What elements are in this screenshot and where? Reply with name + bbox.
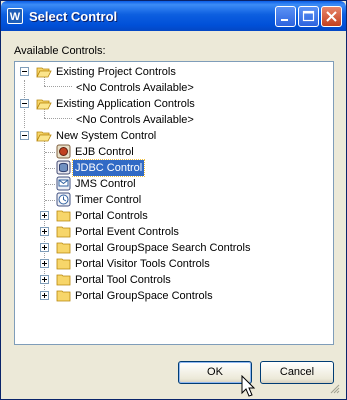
tree-label-selected: JDBC Control — [71, 159, 146, 177]
tree-label: Portal Tool Controls — [75, 274, 171, 286]
tree-node-portal-tool-controls[interactable]: Portal Tool Controls — [15, 272, 333, 288]
tree-node-empty[interactable]: <No Controls Available> — [15, 112, 333, 128]
plus-icon — [42, 293, 47, 298]
jdbc-control-icon — [56, 160, 72, 176]
tree-line — [45, 168, 55, 170]
minus-icon — [22, 135, 27, 136]
tree-label: Timer Control — [75, 194, 142, 206]
close-icon — [326, 11, 337, 22]
tree-label: Portal GroupSpace Search Controls — [75, 242, 251, 254]
dialog-client-area: Available Controls: Existing Project Con… — [4, 31, 343, 397]
folder-icon — [56, 240, 72, 256]
tree-line — [45, 184, 55, 186]
expand-toggle[interactable] — [40, 211, 49, 220]
tree-line — [45, 200, 55, 202]
tree-label: New System Control — [56, 130, 157, 142]
minus-icon — [22, 103, 27, 104]
plus-icon — [42, 213, 47, 218]
tree-label: Portal Event Controls — [75, 226, 179, 238]
tree-node-portal-visitor-tools-controls[interactable]: Portal Visitor Tools Controls — [15, 256, 333, 272]
app-icon: W — [7, 8, 23, 24]
expand-toggle[interactable] — [40, 243, 49, 252]
plus-icon — [42, 277, 47, 282]
window-title: Select Control — [29, 9, 118, 24]
tree-line — [45, 152, 55, 154]
plus-icon — [42, 245, 47, 250]
tree-item-jdbc-control[interactable]: JDBC Control — [15, 159, 333, 177]
tree-node-empty[interactable]: <No Controls Available> — [15, 80, 333, 96]
maximize-button[interactable] — [298, 6, 319, 27]
collapse-toggle[interactable] — [20, 67, 29, 76]
jms-control-icon — [56, 176, 72, 192]
minimize-button[interactable] — [275, 6, 296, 27]
collapse-toggle[interactable] — [20, 131, 29, 140]
tree-label: Portal GroupSpace Controls — [75, 290, 213, 302]
tree-node-portal-groupspace-search-controls[interactable]: Portal GroupSpace Search Controls — [15, 240, 333, 256]
tree-label: Existing Project Controls — [56, 66, 176, 78]
plus-icon — [42, 261, 47, 266]
tree-item-jms-control[interactable]: JMS Control — [15, 176, 333, 192]
select-control-dialog: W Select Control Available Controls: Exi… — [0, 0, 347, 400]
ejb-control-icon — [56, 144, 72, 160]
expand-toggle[interactable] — [40, 291, 49, 300]
maximize-icon — [302, 10, 315, 22]
folder-icon — [56, 256, 72, 272]
tree-label: <No Controls Available> — [76, 114, 194, 126]
tree-node-new-system[interactable]: New System Control — [15, 128, 333, 144]
mouse-pointer-icon — [241, 375, 256, 397]
title-bar[interactable]: W Select Control — [1, 1, 346, 31]
tree-label: EJB Control — [75, 146, 134, 158]
folder-icon — [56, 272, 72, 288]
folder-icon — [56, 224, 72, 240]
tree-node-portal-controls[interactable]: Portal Controls — [15, 208, 333, 224]
folder-icon — [56, 288, 72, 304]
minimize-icon — [281, 19, 288, 21]
resize-grip-icon[interactable] — [328, 382, 340, 394]
available-controls-label: Available Controls: — [14, 45, 106, 57]
collapse-toggle[interactable] — [20, 99, 29, 108]
tree-item-timer-control[interactable]: Timer Control — [15, 192, 333, 208]
folder-open-icon — [36, 96, 52, 112]
tree-node-existing-application[interactable]: Existing Application Controls — [15, 96, 333, 112]
folder-icon — [56, 208, 72, 224]
cancel-button[interactable]: Cancel — [260, 361, 334, 384]
tree-node-portal-event-controls[interactable]: Portal Event Controls — [15, 224, 333, 240]
tree-label: Portal Visitor Tools Controls — [75, 258, 210, 270]
folder-open-icon — [36, 128, 52, 144]
expand-toggle[interactable] — [40, 259, 49, 268]
tree-label: JMS Control — [75, 178, 136, 190]
tree-label: Existing Application Controls — [56, 98, 195, 110]
expand-toggle[interactable] — [40, 227, 49, 236]
plus-icon — [42, 229, 47, 234]
controls-tree[interactable]: Existing Project Controls <No Controls A… — [14, 61, 334, 345]
tree-node-portal-groupspace-controls[interactable]: Portal GroupSpace Controls — [15, 288, 333, 304]
expand-toggle[interactable] — [40, 275, 49, 284]
tree-label: <No Controls Available> — [76, 82, 194, 94]
minus-icon — [22, 71, 27, 72]
tree-label: Portal Controls — [75, 210, 148, 222]
timer-control-icon — [56, 192, 72, 208]
tree-item-ejb-control[interactable]: EJB Control — [15, 144, 333, 160]
close-button[interactable] — [321, 6, 342, 27]
folder-open-icon — [36, 64, 52, 80]
tree-node-existing-project[interactable]: Existing Project Controls — [15, 64, 333, 80]
